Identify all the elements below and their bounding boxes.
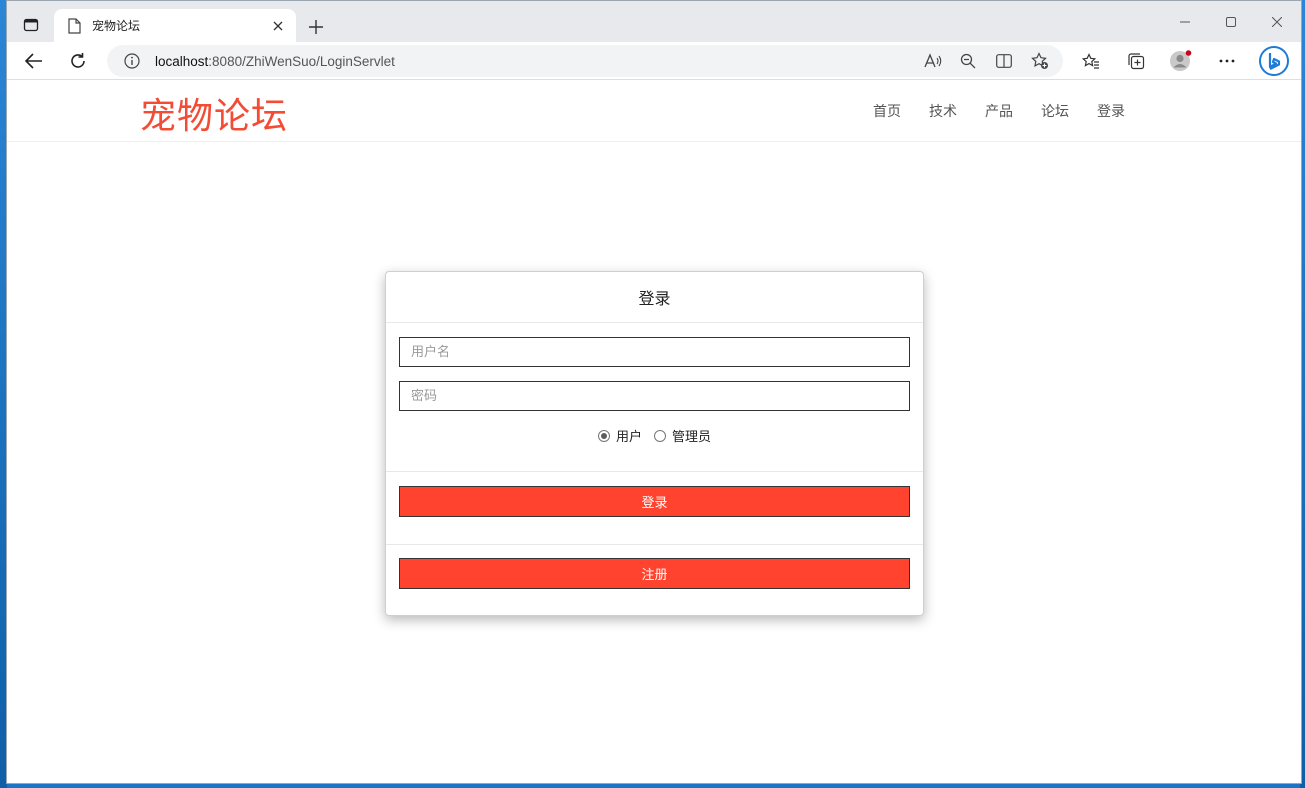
collections-icon: [1128, 53, 1145, 70]
maximize-button[interactable]: [1208, 9, 1254, 35]
nav-tech[interactable]: 技术: [929, 101, 957, 121]
nav-login[interactable]: 登录: [1097, 101, 1125, 121]
tab-strip: 宠物论坛: [7, 1, 1301, 42]
address-bar[interactable]: localhost:8080/ZhiWenSuo/LoginServlet: [107, 45, 1063, 77]
user-radio-label: 用户: [615, 430, 642, 445]
browser-window: 宠物论坛 localhost:8080/ZhiWenSuo/LoginServl…: [6, 0, 1302, 784]
close-icon: [1272, 17, 1282, 27]
ellipsis-icon: [1219, 59, 1235, 63]
minimize-button[interactable]: [1162, 9, 1208, 35]
tab-close-icon[interactable]: [266, 14, 290, 38]
bing-button[interactable]: [1258, 45, 1290, 77]
role-selector: 用户 管理员: [386, 426, 923, 445]
favorites-icon: [1082, 53, 1099, 69]
refresh-icon: [71, 53, 85, 68]
nav-products[interactable]: 产品: [985, 101, 1013, 121]
login-title: 登录: [386, 272, 923, 323]
refresh-button[interactable]: [63, 46, 93, 76]
admin-radio-label: 管理员: [672, 430, 712, 445]
password-input[interactable]: [399, 381, 910, 411]
more-menu-button[interactable]: [1212, 46, 1242, 76]
add-favorite-icon[interactable]: [1027, 49, 1053, 73]
bing-icon: [1259, 46, 1289, 76]
admin-radio[interactable]: [654, 429, 666, 442]
page-icon: [66, 17, 82, 34]
url-host: localhost: [155, 53, 209, 69]
new-tab-button[interactable]: [302, 13, 330, 41]
maximize-icon: [1226, 17, 1236, 27]
web-page: 宠物论坛 首页 技术 产品 论坛 登录 登录 用户 管理员: [7, 81, 1301, 783]
site-header: 宠物论坛 首页 技术 产品 论坛 登录: [7, 81, 1301, 142]
nav-forum[interactable]: 论坛: [1041, 101, 1069, 121]
profile-button[interactable]: [1166, 46, 1196, 76]
favorites-button[interactable]: [1076, 46, 1106, 76]
avatar-icon: [1170, 50, 1192, 71]
site-logo[interactable]: 宠物论坛: [140, 87, 288, 139]
url-text: localhost:8080/ZhiWenSuo/LoginServlet: [155, 54, 395, 69]
browser-toolbar: localhost:8080/ZhiWenSuo/LoginServlet: [7, 42, 1301, 80]
register-button[interactable]: 注册: [399, 558, 910, 589]
login-button[interactable]: 登录: [399, 486, 910, 517]
tab-title: 宠物论坛: [92, 19, 141, 33]
tab-actions-button[interactable]: [17, 11, 45, 39]
role-option-admin[interactable]: 管理员: [654, 426, 711, 445]
active-tab[interactable]: 宠物论坛: [54, 9, 296, 42]
divider: [386, 471, 923, 472]
read-aloud-icon[interactable]: [920, 49, 946, 73]
site-nav: 首页 技术 产品 论坛 登录: [873, 101, 1153, 121]
login-panel: 登录 用户 管理员 登录 注册: [385, 271, 924, 616]
tab-actions-icon: [23, 18, 39, 32]
username-input[interactable]: [399, 337, 910, 367]
collections-button[interactable]: [1121, 46, 1151, 76]
back-arrow-icon: [25, 53, 42, 69]
back-button[interactable]: [19, 46, 49, 76]
nav-home[interactable]: 首页: [873, 101, 901, 121]
site-info-icon[interactable]: [123, 52, 141, 70]
plus-icon: [309, 20, 323, 34]
user-radio[interactable]: [597, 429, 610, 442]
url-path: :8080/ZhiWenSuo/LoginServlet: [208, 53, 395, 69]
zoom-out-icon[interactable]: [955, 49, 981, 73]
divider: [386, 544, 923, 545]
close-window-button[interactable]: [1254, 9, 1300, 35]
split-screen-icon[interactable]: [991, 49, 1017, 73]
minimize-icon: [1180, 21, 1190, 23]
role-option-user[interactable]: 用户: [597, 426, 642, 445]
